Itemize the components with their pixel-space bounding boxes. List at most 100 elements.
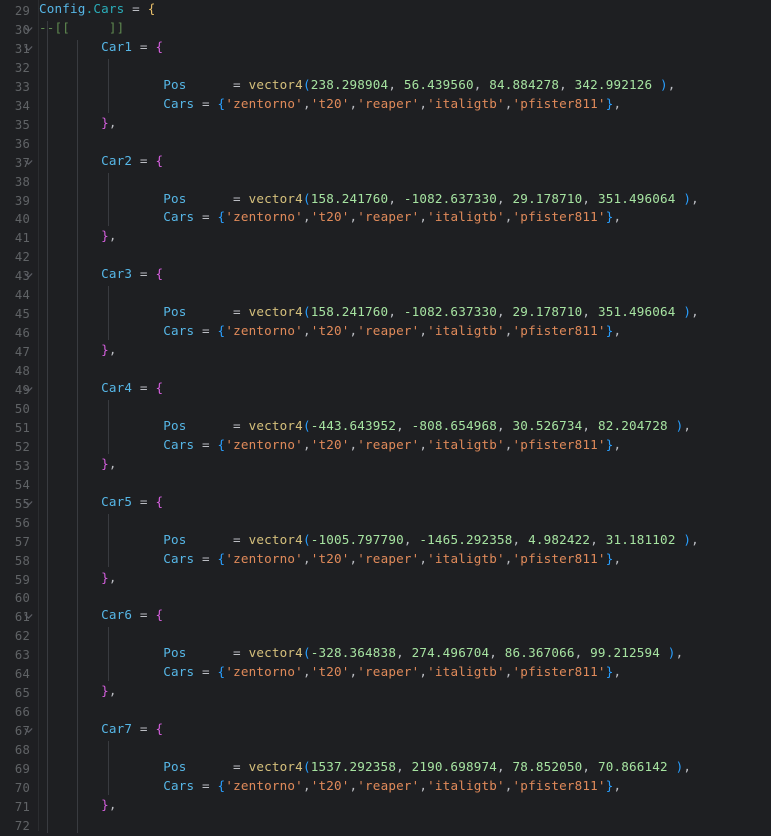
code-line[interactable] <box>0 474 771 493</box>
line-number[interactable]: 58 <box>0 552 30 571</box>
code-line[interactable] <box>0 398 771 417</box>
line-number[interactable]: 53 <box>0 457 30 476</box>
chevron-down-icon[interactable] <box>23 270 34 281</box>
line-number[interactable]: 66 <box>0 703 30 722</box>
line-number[interactable]: 47 <box>0 343 30 362</box>
line-number[interactable]: 48 <box>0 362 30 381</box>
chevron-down-icon[interactable] <box>23 611 34 622</box>
line-number[interactable]: 68 <box>0 741 30 760</box>
line-number[interactable]: 42 <box>0 248 30 267</box>
line-number[interactable]: 32 <box>0 59 30 78</box>
code-line[interactable]: Cars = {'zentorno','t20','reaper','itali… <box>0 550 771 569</box>
code-line[interactable]: }, <box>0 455 771 474</box>
code-line[interactable]: }, <box>0 682 771 701</box>
code-line[interactable]: Cars = {'zentorno','t20','reaper','itali… <box>0 663 771 682</box>
code-line[interactable]: }, <box>0 227 771 246</box>
code-editor[interactable]: Config.Cars = {--[[ ]] Car1 = { Pos = ve… <box>0 0 771 833</box>
code-line[interactable]: Car1 = { <box>0 38 771 57</box>
code-line[interactable]: Car2 = { <box>0 152 771 171</box>
code-line[interactable]: Cars = {'zentorno','t20','reaper','itali… <box>0 95 771 114</box>
code-line[interactable] <box>0 625 771 644</box>
line-number[interactable]: 50 <box>0 400 30 419</box>
code-token: 'reaper' <box>357 664 420 680</box>
code-line[interactable]: Config.Cars = { <box>0 0 771 19</box>
code-line[interactable]: }, <box>0 569 771 588</box>
code-line[interactable]: --[[ ]] <box>0 19 771 38</box>
line-number[interactable]: 35 <box>0 116 30 135</box>
code-line[interactable]: Car3 = { <box>0 265 771 284</box>
chevron-down-icon[interactable] <box>23 24 34 35</box>
code-token: 29.178710 <box>512 304 583 320</box>
chevron-down-icon[interactable] <box>23 384 34 395</box>
code-line[interactable]: Pos = vector4(158.241760, -1082.637330, … <box>0 303 771 322</box>
code-line[interactable] <box>0 360 771 379</box>
line-number[interactable]: 36 <box>0 135 30 154</box>
line-number[interactable]: 64 <box>0 665 30 684</box>
code-token: , <box>675 645 684 661</box>
line-number[interactable]: 59 <box>0 571 30 590</box>
chevron-down-icon[interactable] <box>23 157 34 168</box>
chevron-down-icon[interactable] <box>23 498 34 509</box>
code-line[interactable]: Pos = vector4(-443.643952, -808.654968, … <box>0 417 771 436</box>
line-number[interactable]: 41 <box>0 229 30 248</box>
line-number[interactable]: 52 <box>0 438 30 457</box>
code-token: = <box>186 531 249 547</box>
line-number[interactable]: 51 <box>0 419 30 438</box>
code-line[interactable]: Car4 = { <box>0 379 771 398</box>
line-number[interactable]: 33 <box>0 78 30 97</box>
code-line[interactable]: Pos = vector4(238.298904, 56.439560, 84.… <box>0 76 771 95</box>
line-number-gutter[interactable]: 29 30 31 32 33 34 35 36 37 38 39 40 41 42 43 44 45 46 47 48… <box>0 0 38 833</box>
code-line[interactable]: Car7 = { <box>0 720 771 739</box>
code-text-area[interactable]: Config.Cars = {--[[ ]] Car1 = { Pos = ve… <box>0 0 771 831</box>
code-line[interactable] <box>0 171 771 190</box>
code-line[interactable]: Car5 = { <box>0 493 771 512</box>
code-line[interactable] <box>0 701 771 720</box>
line-number[interactable]: 29 <box>0 2 30 21</box>
line-number[interactable]: 34 <box>0 97 30 116</box>
code-line[interactable]: }, <box>0 114 771 133</box>
line-number[interactable]: 70 <box>0 779 30 798</box>
code-line[interactable] <box>0 512 771 531</box>
line-number[interactable]: 69 <box>0 760 30 779</box>
line-number[interactable]: 45 <box>0 305 30 324</box>
line-number[interactable]: 38 <box>0 173 30 192</box>
code-line[interactable]: }, <box>0 796 771 815</box>
code-line[interactable]: Pos = vector4(1537.292358, 2190.698974, … <box>0 758 771 777</box>
code-line[interactable]: Pos = vector4(-328.364838, 274.496704, 8… <box>0 644 771 663</box>
line-number[interactable]: 63 <box>0 646 30 665</box>
code-token: = <box>132 721 156 737</box>
code-token: = <box>132 266 156 282</box>
code-line[interactable] <box>0 739 771 758</box>
code-line[interactable]: Cars = {'zentorno','t20','reaper','itali… <box>0 208 771 227</box>
line-number[interactable]: 60 <box>0 589 30 608</box>
line-number[interactable]: 72 <box>0 817 30 836</box>
code-line[interactable]: Pos = vector4(-1005.797790, -1465.292358… <box>0 531 771 550</box>
line-number[interactable]: 62 <box>0 627 30 646</box>
code-line[interactable]: }, <box>0 341 771 360</box>
line-number[interactable]: 40 <box>0 210 30 229</box>
line-number[interactable]: 54 <box>0 476 30 495</box>
line-number[interactable]: 56 <box>0 514 30 533</box>
code-token: , <box>504 550 513 566</box>
line-number[interactable]: 39 <box>0 192 30 211</box>
line-number[interactable]: 44 <box>0 286 30 305</box>
code-line[interactable] <box>0 284 771 303</box>
code-line[interactable]: Cars = {'zentorno','t20','reaper','itali… <box>0 322 771 341</box>
code-line[interactable] <box>0 133 771 152</box>
code-line[interactable]: Cars = {'zentorno','t20','reaper','itali… <box>0 777 771 796</box>
chevron-down-icon[interactable] <box>23 725 34 736</box>
chevron-down-icon[interactable] <box>23 43 34 54</box>
code-line[interactable] <box>0 57 771 76</box>
code-token: , <box>582 759 598 774</box>
code-line[interactable]: Pos = vector4(158.241760, -1082.637330, … <box>0 190 771 209</box>
line-number[interactable]: 65 <box>0 684 30 703</box>
line-number[interactable]: 46 <box>0 324 30 343</box>
line-number[interactable]: 71 <box>0 798 30 817</box>
code-token: Cars <box>39 323 195 339</box>
line-number[interactable]: 57 <box>0 533 30 552</box>
code-line[interactable] <box>0 587 771 606</box>
code-line[interactable]: Car6 = { <box>0 606 771 625</box>
code-line[interactable] <box>0 246 771 265</box>
code-line[interactable]: Cars = {'zentorno','t20','reaper','itali… <box>0 436 771 455</box>
